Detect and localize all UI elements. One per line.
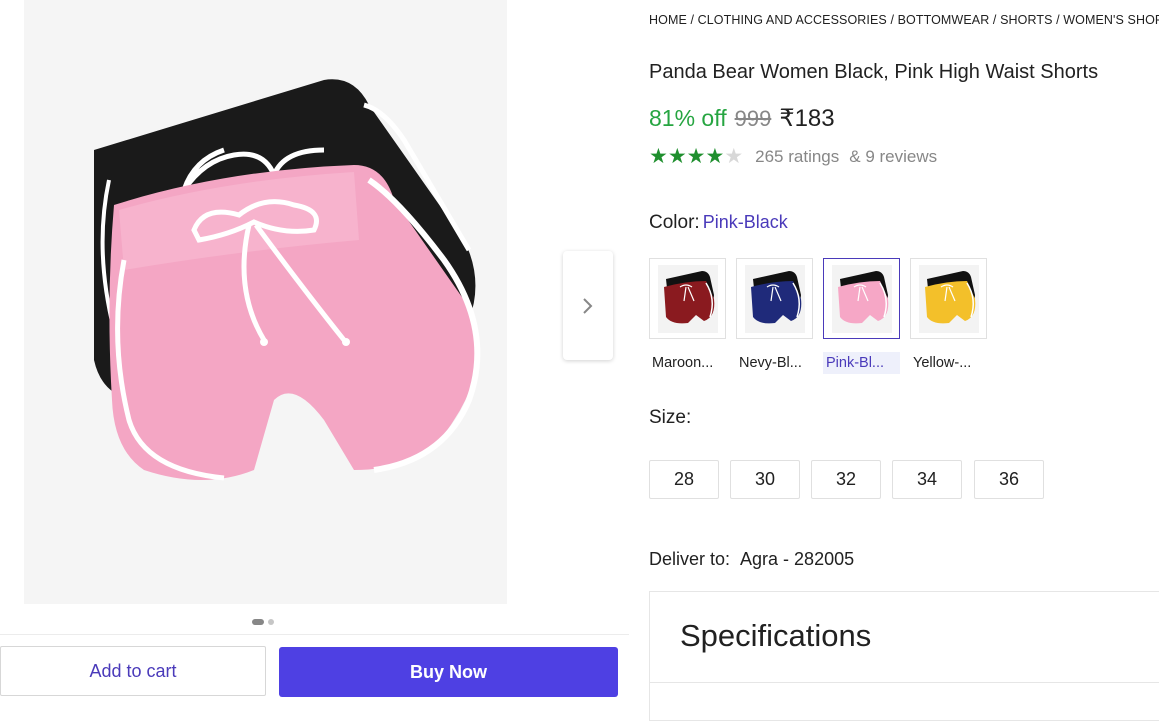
size-option-36[interactable]: 36 <box>974 460 1044 499</box>
breadcrumb-home[interactable]: HOME <box>649 13 687 27</box>
size-option-30[interactable]: 30 <box>730 460 800 499</box>
breadcrumb-bottomwear[interactable]: BOTTOMWEAR <box>898 13 990 27</box>
product-title: Panda Bear Women Black, Pink High Waist … <box>649 61 1099 83</box>
color-swatch-3[interactable] <box>910 258 987 339</box>
deliver-to-label: Deliver to: <box>649 549 731 569</box>
chevron-right-icon <box>583 297 593 314</box>
breadcrumb: HOME / CLOTHING AND ACCESSORIES / BOTTOM… <box>649 13 1159 27</box>
color-swatch-1[interactable] <box>736 258 813 339</box>
color-swatch-label[interactable]: Nevy-Bl... <box>736 352 813 374</box>
color-swatch-label[interactable]: Pink-Bl... <box>823 352 900 374</box>
breadcrumb-shorts[interactable]: SHORTS <box>1000 13 1052 27</box>
add-to-cart-button[interactable]: Add to cart <box>0 646 266 696</box>
shorts-illustration <box>94 79 481 481</box>
size-option-34[interactable]: 34 <box>892 460 962 499</box>
rating-stars: ★★★★★ <box>649 146 743 168</box>
pagination-dot[interactable] <box>268 619 274 625</box>
size-label: Size: <box>649 407 692 428</box>
color-swatch-2[interactable] <box>823 258 900 339</box>
delivery-row[interactable]: Deliver to: Agra - 282005 <box>649 549 854 570</box>
specifications-title[interactable]: Specifications <box>680 618 871 654</box>
size-option-28[interactable]: 28 <box>649 460 719 499</box>
reviews-count: & 9 reviews <box>849 147 938 166</box>
gallery-pagination <box>252 619 274 625</box>
star-filled-icon: ★ <box>667 145 687 168</box>
color-swatch-0[interactable] <box>649 258 726 339</box>
swatch-thumbnail <box>832 265 892 333</box>
delivery-location: Agra - 282005 <box>740 549 855 569</box>
size-option-32[interactable]: 32 <box>811 460 881 499</box>
swatch-thumbnail <box>658 265 718 333</box>
star-empty-icon: ★ <box>724 145 744 168</box>
selling-price: ₹183 <box>779 105 835 132</box>
next-image-button[interactable] <box>563 251 613 360</box>
ratings-count: 265 ratings <box>755 147 840 166</box>
color-swatch-label[interactable]: Maroon... <box>649 352 726 374</box>
specifications-panel <box>649 591 1159 721</box>
swatch-thumbnail <box>919 265 979 333</box>
rating-row[interactable]: ★★★★★ 265 ratings & 9 reviews <box>649 146 937 168</box>
color-heading: Color: <box>649 212 700 233</box>
buy-now-button[interactable]: Buy Now <box>279 647 618 697</box>
product-image[interactable] <box>24 0 507 604</box>
star-filled-icon: ★ <box>705 145 725 168</box>
color-swatch-label[interactable]: Yellow-... <box>910 352 987 374</box>
breadcrumb-clothing[interactable]: CLOTHING AND ACCESSORIES <box>698 13 887 27</box>
swatch-thumbnail <box>745 265 805 333</box>
breadcrumb-womens-shorts[interactable]: WOMEN'S SHORTS <box>1063 13 1159 27</box>
color-label: Color: Pink-Black <box>649 212 788 234</box>
discount-percent: 81% off <box>649 105 727 131</box>
selected-color: Pink-Black <box>702 212 788 232</box>
star-filled-icon: ★ <box>649 145 668 168</box>
original-price: 999 <box>734 106 772 131</box>
specifications-divider <box>650 682 1159 683</box>
pagination-dot-active[interactable] <box>252 619 264 625</box>
star-filled-icon: ★ <box>686 145 706 168</box>
price-row: 81% off 999 ₹183 <box>649 104 835 133</box>
